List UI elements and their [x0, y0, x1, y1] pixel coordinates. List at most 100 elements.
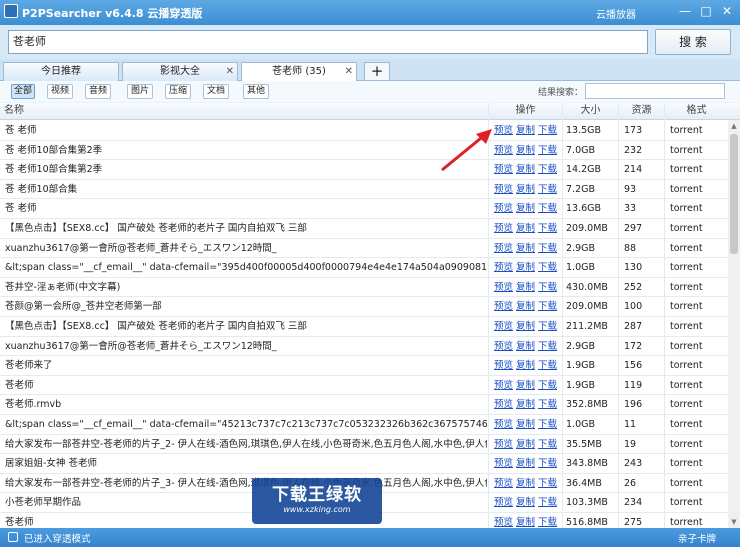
- cloud-player-button[interactable]: 云播放器: [596, 6, 636, 21]
- table-row[interactable]: 苍 老师10部合集第2季 预览 复制 下载 7.0GB 232 torrent: [0, 141, 728, 161]
- filter-video[interactable]: 视频: [47, 84, 73, 99]
- status-right-text[interactable]: 亲子卡牌: [678, 531, 716, 545]
- download-link[interactable]: 下载: [538, 125, 557, 136]
- preview-link[interactable]: 预览: [494, 341, 513, 352]
- copy-link[interactable]: 复制: [516, 282, 535, 293]
- preview-link[interactable]: 预览: [494, 458, 513, 469]
- copy-link[interactable]: 复制: [516, 341, 535, 352]
- table-row[interactable]: 苍 老师10部合集第2季 预览 复制 下载 14.2GB 214 torrent: [0, 160, 728, 180]
- copy-link[interactable]: 复制: [516, 399, 535, 410]
- download-link[interactable]: 下载: [538, 164, 557, 175]
- copy-link[interactable]: 复制: [516, 301, 535, 312]
- copy-link[interactable]: 复制: [516, 223, 535, 234]
- download-link[interactable]: 下载: [538, 301, 557, 312]
- scroll-down-icon[interactable]: ▼: [728, 516, 740, 528]
- copy-link[interactable]: 复制: [516, 125, 535, 136]
- download-link[interactable]: 下载: [538, 321, 557, 332]
- column-header-format[interactable]: 格式: [664, 103, 728, 120]
- table-row[interactable]: xuanzhu3617@第一會所@苍老师_蒼井そら_エスワン12時間_ 预览 复制下…: [0, 239, 728, 259]
- copy-link[interactable]: 复制: [516, 321, 535, 332]
- tab-today[interactable]: 今日推荐: [3, 62, 119, 81]
- download-link[interactable]: 下载: [538, 184, 557, 195]
- copy-link[interactable]: 复制: [516, 164, 535, 175]
- preview-link[interactable]: 预览: [494, 360, 513, 371]
- tab-movies[interactable]: 影视大全 ✕: [122, 62, 238, 81]
- download-link[interactable]: 下载: [538, 341, 557, 352]
- preview-link[interactable]: 预览: [494, 439, 513, 450]
- preview-link[interactable]: 预览: [494, 203, 513, 214]
- download-link[interactable]: 下载: [538, 145, 557, 156]
- preview-link[interactable]: 预览: [494, 184, 513, 195]
- table-row[interactable]: 苍 老师10部合集 预览 复制 下载 7.2GB 93 torrent: [0, 180, 728, 200]
- table-row[interactable]: 苍老师.rmvb 预览 复制 下载 352.8MB 196 torrent: [0, 395, 728, 415]
- search-input[interactable]: 苍老师: [8, 30, 648, 54]
- minimize-icon[interactable]: —: [676, 3, 694, 19]
- add-tab-button[interactable]: +: [364, 62, 390, 81]
- preview-link[interactable]: 预览: [494, 380, 513, 391]
- copy-link[interactable]: 复制: [516, 243, 535, 254]
- table-row[interactable]: &lt;span class="__cf_email__" data-cfema…: [0, 415, 728, 435]
- filter-audio[interactable]: 音频: [85, 84, 111, 99]
- table-row[interactable]: 苍 老师 预览 复制 下载 13.5GB 173 torrent: [0, 121, 728, 141]
- table-row[interactable]: 【黑色点击】【SEX8.cc】 国产破处 苍老师的老片子 国内自拍双飞 三部 预览…: [0, 317, 728, 337]
- download-link[interactable]: 下载: [538, 399, 557, 410]
- column-header-size[interactable]: 大小: [562, 103, 618, 120]
- tab-search-results[interactable]: 苍老师 (35) ✕: [241, 62, 357, 82]
- copy-link[interactable]: 复制: [516, 262, 535, 273]
- copy-link[interactable]: 复制: [516, 478, 535, 489]
- preview-link[interactable]: 预览: [494, 419, 513, 430]
- copy-link[interactable]: 复制: [516, 145, 535, 156]
- download-link[interactable]: 下载: [538, 203, 557, 214]
- preview-link[interactable]: 预览: [494, 282, 513, 293]
- preview-link[interactable]: 预览: [494, 243, 513, 254]
- copy-link[interactable]: 复制: [516, 439, 535, 450]
- column-header-op[interactable]: 操作: [488, 103, 562, 120]
- preview-link[interactable]: 预览: [494, 301, 513, 312]
- copy-link[interactable]: 复制: [516, 458, 535, 469]
- table-row[interactable]: 给大家发布一部苍井空-苍老师的片子_2- 伊人在线-酒色网,琪琪色,伊人在线,小…: [0, 435, 728, 455]
- table-row[interactable]: 苍老师来了 预览 复制 下载 1.9GB 156 torrent: [0, 356, 728, 376]
- table-row[interactable]: &lt;span class="__cf_email__" data-cfema…: [0, 258, 728, 278]
- table-row[interactable]: 苍 老师 预览 复制 下载 13.6GB 33 torrent: [0, 199, 728, 219]
- filter-all[interactable]: 全部: [11, 84, 35, 99]
- copy-link[interactable]: 复制: [516, 203, 535, 214]
- copy-link[interactable]: 复制: [516, 184, 535, 195]
- download-link[interactable]: 下载: [538, 380, 557, 391]
- download-link[interactable]: 下载: [538, 517, 557, 528]
- copy-link[interactable]: 复制: [516, 497, 535, 508]
- scroll-thumb[interactable]: [730, 134, 738, 254]
- close-icon[interactable]: ✕: [718, 3, 736, 19]
- copy-link[interactable]: 复制: [516, 419, 535, 430]
- download-link[interactable]: 下载: [538, 439, 557, 450]
- filter-document[interactable]: 文档: [203, 84, 229, 99]
- preview-link[interactable]: 预览: [494, 497, 513, 508]
- copy-link[interactable]: 复制: [516, 380, 535, 391]
- download-link[interactable]: 下载: [538, 282, 557, 293]
- scroll-up-icon[interactable]: ▲: [728, 120, 740, 132]
- download-link[interactable]: 下载: [538, 478, 557, 489]
- download-link[interactable]: 下载: [538, 243, 557, 254]
- download-link[interactable]: 下载: [538, 419, 557, 430]
- column-header-source[interactable]: 资源: [618, 103, 664, 120]
- download-link[interactable]: 下载: [538, 223, 557, 234]
- maximize-icon[interactable]: □: [697, 3, 715, 19]
- filter-image[interactable]: 图片: [127, 84, 153, 99]
- preview-link[interactable]: 预览: [494, 262, 513, 273]
- result-search-input[interactable]: [585, 83, 725, 99]
- table-row[interactable]: 苍老师 预览 复制 下载 1.9GB 119 torrent: [0, 376, 728, 396]
- filter-other[interactable]: 其他: [243, 84, 269, 99]
- preview-link[interactable]: 预览: [494, 223, 513, 234]
- filter-archive[interactable]: 压缩: [165, 84, 191, 99]
- copy-link[interactable]: 复制: [516, 360, 535, 371]
- table-row[interactable]: 苍颜@第一会所@_苍井空老师第一部 预览 复制 下载 209.0MB 100 torrent: [0, 297, 728, 317]
- download-link[interactable]: 下载: [538, 458, 557, 469]
- vertical-scrollbar[interactable]: ▲ ▼: [728, 120, 740, 528]
- copy-link[interactable]: 复制: [516, 517, 535, 528]
- preview-link[interactable]: 预览: [494, 478, 513, 489]
- preview-link[interactable]: 预览: [494, 399, 513, 410]
- tab-close-icon[interactable]: ✕: [345, 63, 353, 81]
- table-row[interactable]: 苍井空-淫ぁ老师(中文字幕) 预览 复制 下载 430.0MB 252 torrent: [0, 278, 728, 298]
- table-row[interactable]: xuanzhu3617@第一會所@苍老师_蒼井そら_エスワン12時間_ 预览 复制下…: [0, 337, 728, 357]
- download-link[interactable]: 下载: [538, 360, 557, 371]
- preview-link[interactable]: 预览: [494, 517, 513, 528]
